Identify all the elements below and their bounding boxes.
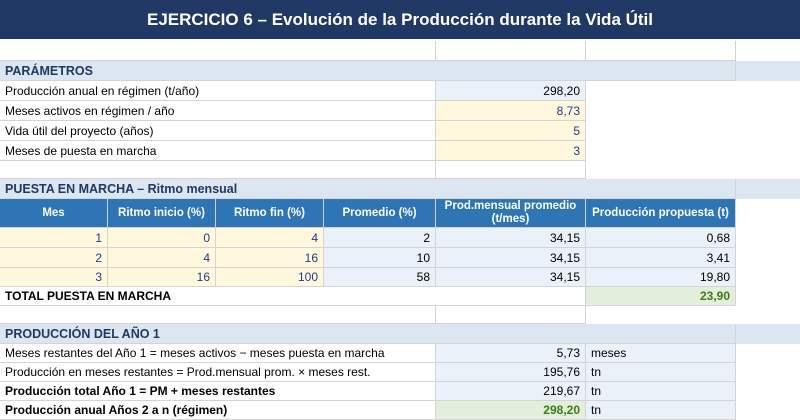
table-cell[interactable]: 19,80 xyxy=(586,268,736,287)
table-cell[interactable]: 2 xyxy=(0,248,108,268)
param-label[interactable]: Producción anual en régimen (t/año) xyxy=(0,81,436,101)
table-cell[interactable]: 34,15 xyxy=(436,248,586,268)
table-cell[interactable]: 3,41 xyxy=(586,248,736,268)
page-title: EJERCICIO 6 – Evolución de la Producción… xyxy=(0,0,800,41)
column-header[interactable]: Mes xyxy=(0,199,108,228)
column-header[interactable]: Ritmo inicio (%) xyxy=(108,199,216,228)
unit-label[interactable]: tn xyxy=(586,401,736,420)
empty-cell[interactable] xyxy=(0,161,436,179)
table-row: 1 0 4 2 34,15 0,68 xyxy=(0,228,800,248)
calc-value[interactable]: 5,73 xyxy=(436,344,586,363)
table-cell[interactable]: 100 xyxy=(216,268,324,287)
calc-label[interactable]: Producción anual Años 2 a n (régimen) xyxy=(0,401,436,420)
column-header[interactable]: Promedio (%) xyxy=(324,199,436,228)
column-header[interactable]: Producción propuesta (t) xyxy=(586,199,736,228)
calc-value[interactable]: 195,76 xyxy=(436,363,586,382)
section-header-puesta[interactable]: PUESTA EN MARCHA – Ritmo mensual xyxy=(0,179,736,199)
section-header-parametros[interactable]: PARÁMETROS xyxy=(0,61,736,81)
table-cell[interactable]: 4 xyxy=(108,248,216,268)
section-header-anio1[interactable]: PRODUCCIÓN DEL AÑO 1 xyxy=(0,324,736,344)
param-value[interactable]: 298,20 xyxy=(436,81,586,101)
empty-cell[interactable] xyxy=(586,41,736,61)
table-row: 3 16 100 58 34,15 19,80 xyxy=(0,268,800,287)
table-cell[interactable]: 3 xyxy=(0,268,108,287)
table-cell[interactable]: 58 xyxy=(324,268,436,287)
column-header[interactable]: Ritmo fin (%) xyxy=(216,199,324,228)
calc-label[interactable]: Producción en meses restantes = Prod.men… xyxy=(0,363,436,382)
table-cell[interactable]: 34,15 xyxy=(436,228,586,248)
table-cell[interactable]: 1 xyxy=(0,228,108,248)
table-cell[interactable]: 0 xyxy=(108,228,216,248)
empty-cell[interactable] xyxy=(436,306,586,324)
param-label[interactable]: Vida útil del proyecto (años) xyxy=(0,121,436,141)
table-cell[interactable]: 10 xyxy=(324,248,436,268)
table-cell[interactable]: 0,68 xyxy=(586,228,736,248)
empty-cell[interactable] xyxy=(0,306,436,324)
calc-label[interactable]: Producción total Año 1 = PM + meses rest… xyxy=(0,382,436,401)
table-cell[interactable]: 2 xyxy=(324,228,436,248)
table-cell[interactable]: 34,15 xyxy=(436,268,586,287)
unit-label[interactable]: tn xyxy=(586,363,736,382)
total-value[interactable]: 23,90 xyxy=(586,287,736,306)
empty-cell[interactable] xyxy=(436,161,586,179)
total-label[interactable]: TOTAL PUESTA EN MARCHA xyxy=(0,287,586,306)
calc-value[interactable]: 219,67 xyxy=(436,382,586,401)
table-row: 2 4 16 10 34,15 3,41 xyxy=(0,248,800,268)
empty-cell[interactable] xyxy=(0,41,436,61)
table-cell[interactable]: 4 xyxy=(216,228,324,248)
calc-label[interactable]: Meses restantes del Año 1 = meses activo… xyxy=(0,344,436,363)
table-cell[interactable]: 16 xyxy=(108,268,216,287)
param-label[interactable]: Meses de puesta en marcha xyxy=(0,141,436,161)
calc-value[interactable]: 298,20 xyxy=(436,401,586,420)
table-cell[interactable]: 16 xyxy=(216,248,324,268)
param-input[interactable]: 3 xyxy=(436,141,586,161)
column-header[interactable]: Prod.mensual promedio (t/mes) xyxy=(436,199,586,228)
empty-cell[interactable] xyxy=(436,41,586,61)
unit-label[interactable]: tn xyxy=(586,382,736,401)
param-input[interactable]: 8,73 xyxy=(436,101,586,121)
param-input[interactable]: 5 xyxy=(436,121,586,141)
unit-label[interactable]: meses xyxy=(586,344,736,363)
param-label[interactable]: Meses activos en régimen / año xyxy=(0,101,436,121)
